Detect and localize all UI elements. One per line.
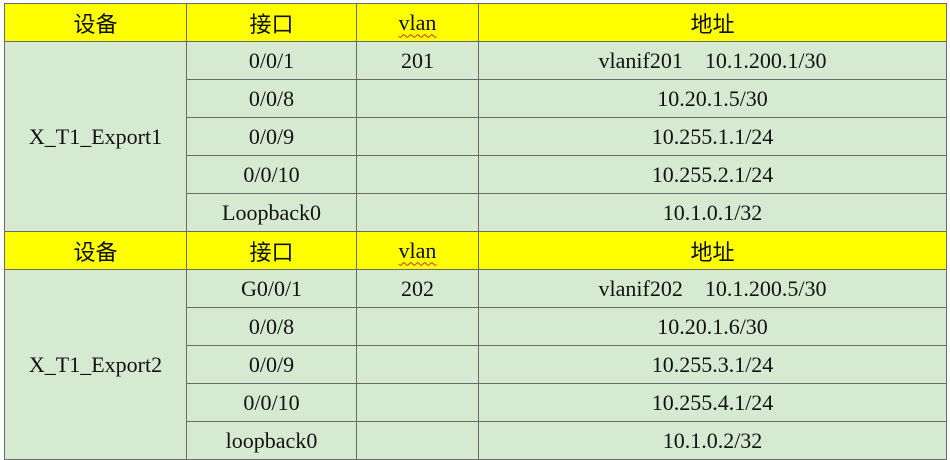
table-row: X_T1_Export1 0/0/1 201 vlanif201 10.1.20… — [4, 41, 947, 232]
interface-cell: 0/0/8 — [186, 307, 357, 346]
vlan-cell — [356, 421, 479, 460]
vlan-cell — [356, 155, 479, 194]
interface-cell: 0/0/8 — [186, 79, 357, 118]
vlan-cell — [356, 383, 479, 422]
header-vlan-label: vlan — [398, 9, 437, 35]
address-cell: 10.255.3.1/24 — [478, 345, 947, 384]
header-device: 设备 — [4, 3, 187, 42]
address-cell: vlanif202 10.1.200.5/30 — [478, 269, 947, 308]
address-cell: 10.255.4.1/24 — [478, 383, 947, 422]
header-address: 地址 — [478, 3, 947, 42]
interface-cell: 0/0/10 — [186, 383, 357, 422]
vlan-cell — [356, 79, 479, 118]
interface-cell: 0/0/9 — [186, 117, 357, 156]
vlan-cell — [356, 117, 479, 156]
header-interface: 接口 — [186, 231, 357, 270]
address-cell: 10.20.1.6/30 — [478, 307, 947, 346]
device-name: X_T1_Export2 — [4, 269, 187, 460]
interface-cell: 0/0/1 — [186, 41, 357, 80]
device-name: X_T1_Export1 — [4, 41, 187, 232]
interface-cell: 0/0/9 — [186, 345, 357, 384]
header-device: 设备 — [4, 231, 187, 270]
header-vlan-label: vlan — [398, 237, 437, 263]
device-interface-table: 设备 接口 vlan 地址 X_T1_Export1 0/0/1 201 vla… — [4, 3, 947, 460]
vlan-cell: 202 — [356, 269, 479, 308]
address-cell: 10.1.0.2/32 — [478, 421, 947, 460]
table-row: X_T1_Export2 G0/0/1 202 vlanif202 10.1.2… — [4, 269, 947, 460]
vlan-cell — [356, 307, 479, 346]
interface-cell: G0/0/1 — [186, 269, 357, 308]
header-row: 设备 接口 vlan 地址 — [4, 3, 947, 42]
vlan-cell — [356, 345, 479, 384]
address-cell: 10.255.1.1/24 — [478, 117, 947, 156]
header-vlan: vlan — [356, 231, 479, 270]
address-cell: 10.255.2.1/24 — [478, 155, 947, 194]
interface-cell: Loopback0 — [186, 193, 357, 232]
interface-cell: 0/0/10 — [186, 155, 357, 194]
address-cell: 10.20.1.5/30 — [478, 79, 947, 118]
header-interface: 接口 — [186, 3, 357, 42]
address-cell: 10.1.0.1/32 — [478, 193, 947, 232]
vlan-cell: 201 — [356, 41, 479, 80]
address-cell: vlanif201 10.1.200.1/30 — [478, 41, 947, 80]
vlan-cell — [356, 193, 479, 232]
header-vlan: vlan — [356, 3, 479, 42]
header-address: 地址 — [478, 231, 947, 270]
interface-cell: loopback0 — [186, 421, 357, 460]
header-row: 设备 接口 vlan 地址 — [4, 231, 947, 270]
